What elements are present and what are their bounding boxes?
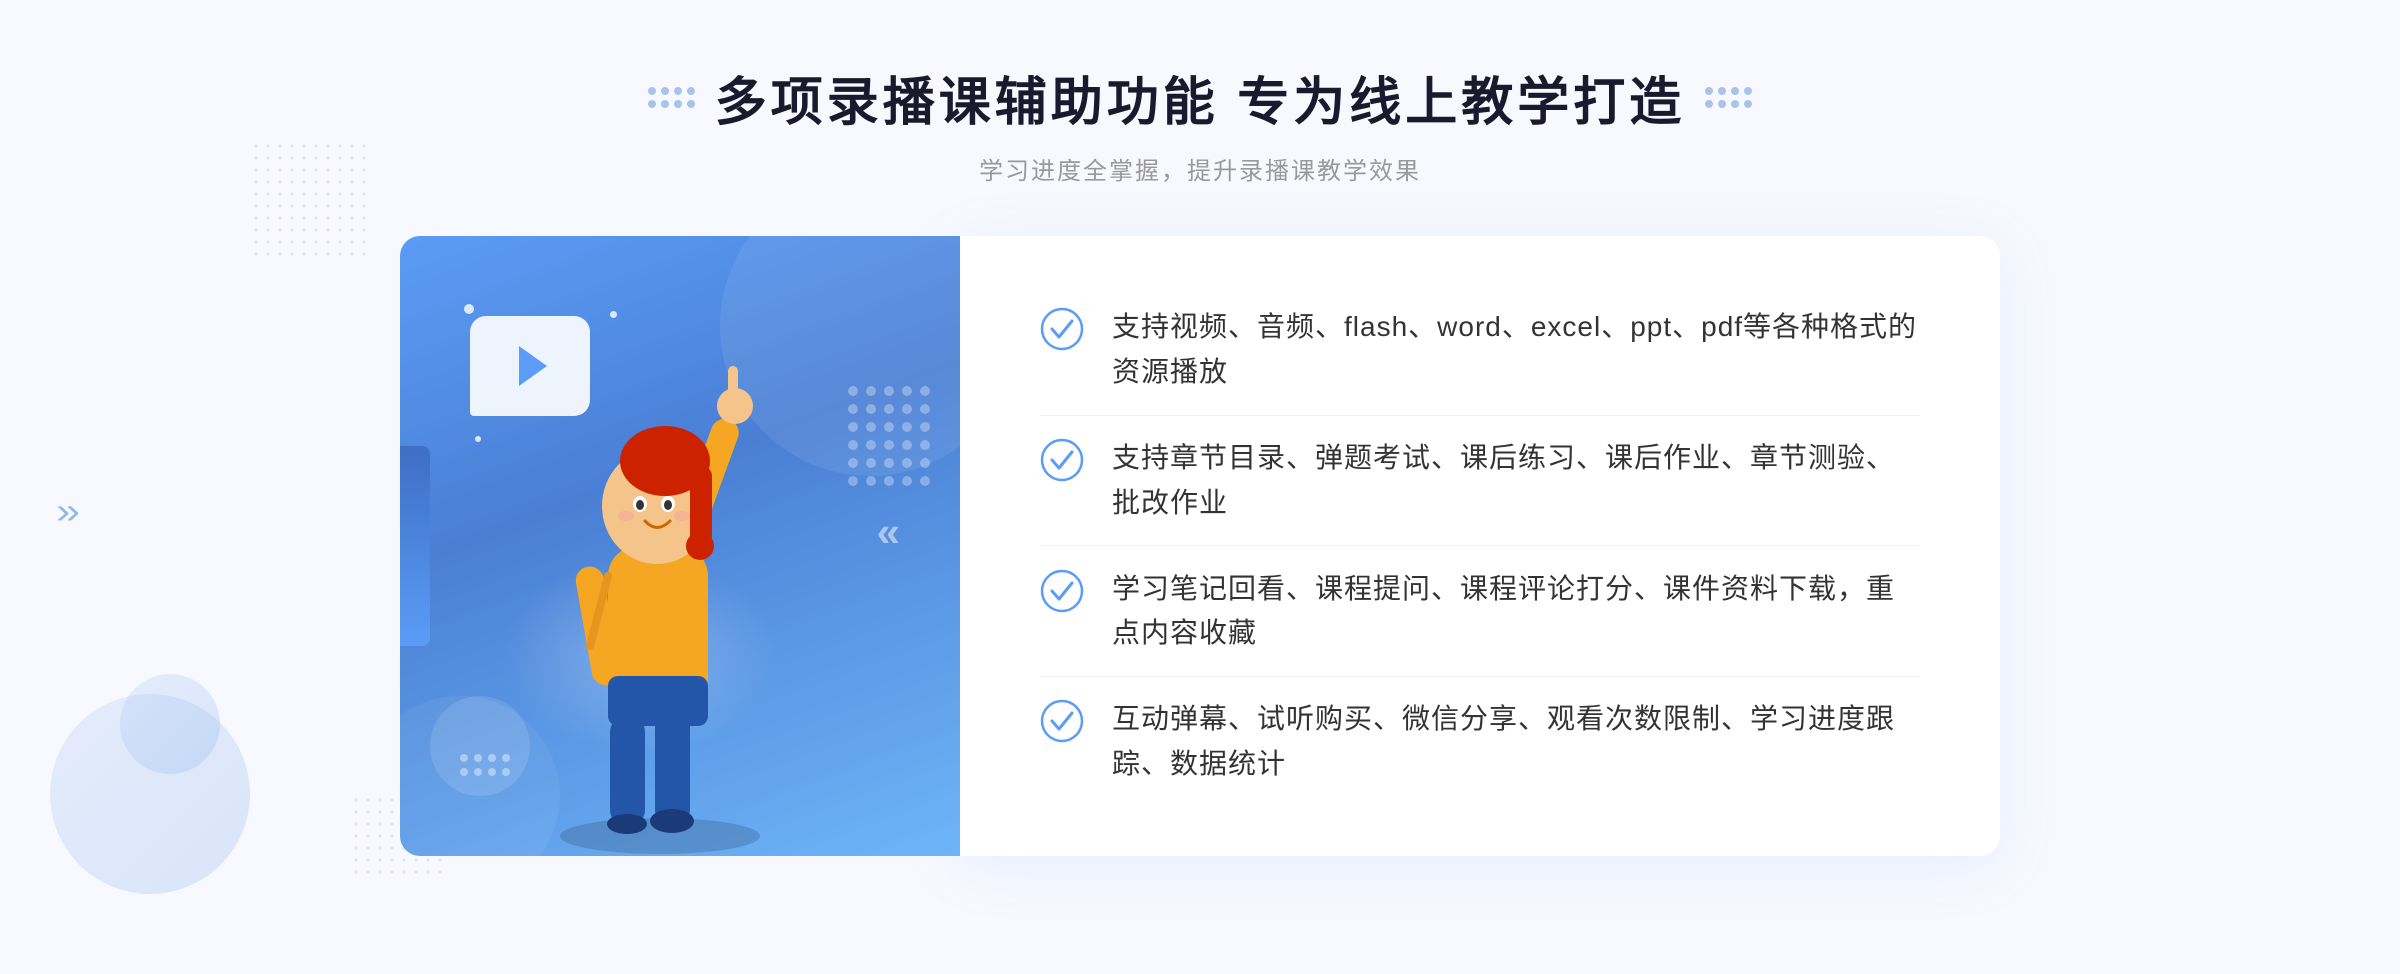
header-dot-grid-left (648, 87, 695, 108)
arrow-decoration-left: » (56, 490, 80, 532)
check-circle-icon-3 (1040, 569, 1084, 613)
content-area: « (400, 236, 2000, 856)
illus-circle-deco (430, 696, 530, 796)
check-circle-icon-2 (1040, 438, 1084, 482)
angle-brackets: « (877, 508, 900, 556)
person-illustration (500, 336, 820, 856)
feature-text-2: 支持章节目录、弹题考试、课后练习、课后作业、章节测验、批改作业 (1112, 436, 1920, 526)
illus-dots-grid (848, 386, 930, 486)
deco-circle-small (120, 674, 220, 774)
feature-item-3: 学习笔记回看、课程提问、课程评论打分、课件资料下载，重点内容收藏 (1040, 549, 1920, 675)
feature-text-4: 互动弹幕、试听购买、微信分享、观看次数限制、学习进度跟踪、数据统计 (1112, 697, 1920, 787)
illus-blue-bar (400, 446, 430, 646)
feature-divider-2 (1040, 545, 1920, 546)
header-decorators: 多项录播课辅助功能 专为线上教学打造 (648, 60, 1752, 135)
page-title: 多项录播课辅助功能 专为线上教学打造 (715, 60, 1685, 135)
header-section: 多项录播课辅助功能 专为线上教学打造 学习进度全掌握，提升录播课教学效果 (648, 60, 1752, 186)
check-circle-icon-1 (1040, 307, 1084, 351)
sparkle-2 (610, 311, 617, 318)
features-panel: 支持视频、音频、flash、word、excel、ppt、pdf等各种格式的资源… (960, 236, 2000, 856)
deco-dots-top-left (250, 140, 370, 260)
sparkle-1 (464, 304, 474, 314)
feature-divider-3 (1040, 676, 1920, 677)
page-subtitle: 学习进度全掌握，提升录播课教学效果 (648, 151, 1752, 186)
feature-divider-1 (1040, 415, 1920, 416)
feature-item-4: 互动弹幕、试听购买、微信分享、观看次数限制、学习进度跟踪、数据统计 (1040, 679, 1920, 805)
feature-item-1: 支持视频、音频、flash、word、excel、ppt、pdf等各种格式的资源… (1040, 287, 1920, 413)
illustration-card: « (400, 236, 960, 856)
header-dot-grid-right (1705, 87, 1752, 108)
sparkle-3 (475, 436, 481, 442)
page-container: » 多项录播课辅助功能 专为线上教学打造 学习进度全掌握，提升录播课教学效果 (0, 0, 2400, 974)
illus-dots-bottom (460, 754, 510, 776)
feature-text-1: 支持视频、音频、flash、word、excel、ppt、pdf等各种格式的资源… (1112, 305, 1920, 395)
feature-item-2: 支持章节目录、弹题考试、课后练习、课后作业、章节测验、批改作业 (1040, 418, 1920, 544)
check-circle-icon-4 (1040, 699, 1084, 743)
feature-text-3: 学习笔记回看、课程提问、课程评论打分、课件资料下载，重点内容收藏 (1112, 567, 1920, 657)
